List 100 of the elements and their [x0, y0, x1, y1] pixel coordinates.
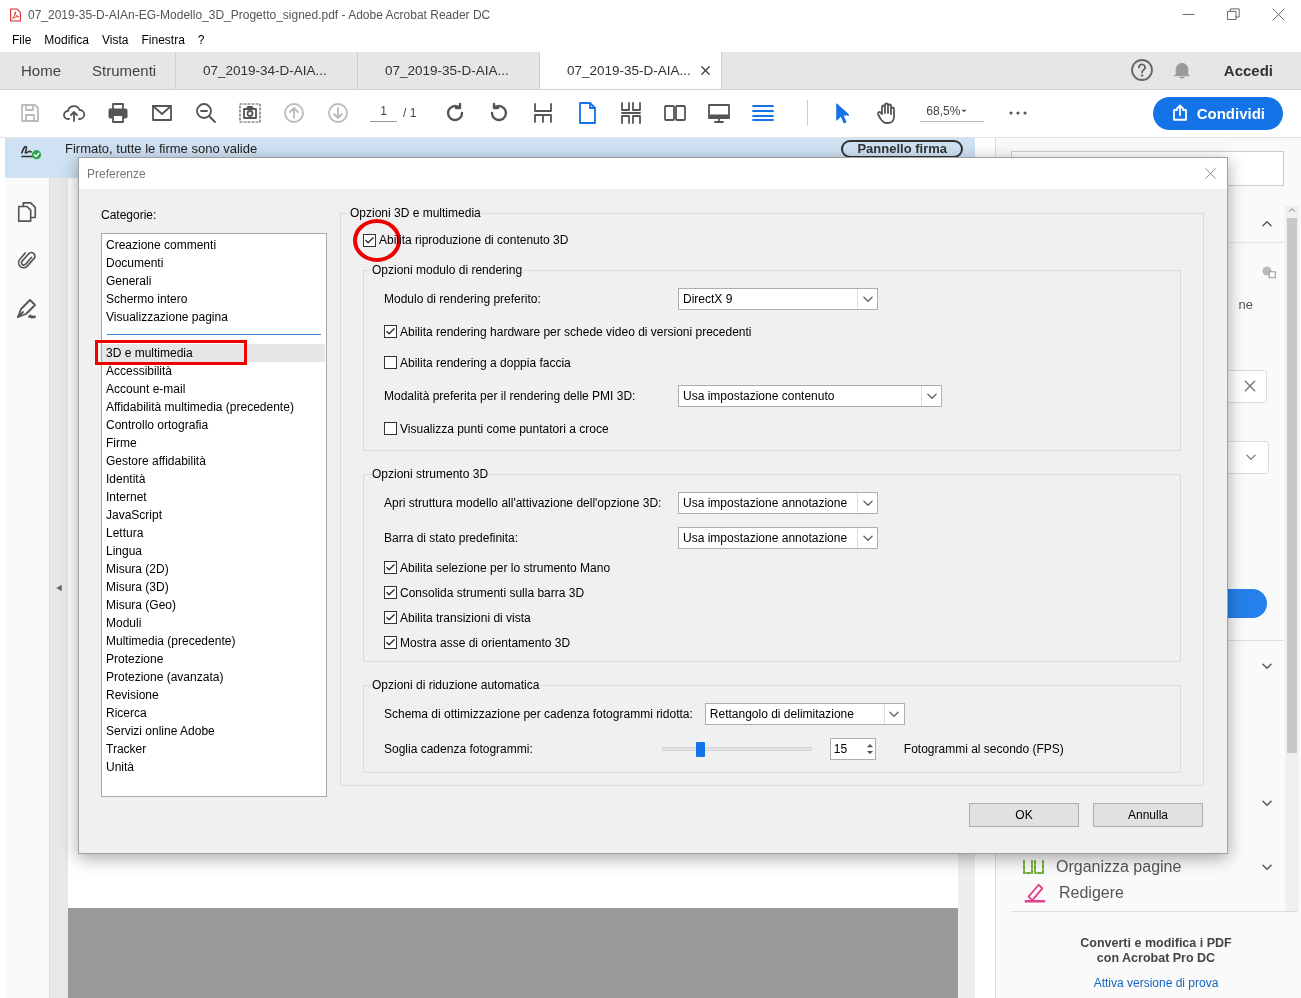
dropdown[interactable]: DirectX 9: [678, 287, 878, 310]
category-item[interactable]: Gestore affidabilità: [102, 452, 325, 470]
checkbox[interactable]: [384, 325, 397, 338]
category-item[interactable]: Protezione (avanzata): [102, 668, 325, 686]
field-label: Modalità preferita per il rendering delle PMI 3D:: [384, 387, 637, 405]
menu-item[interactable]: ?: [197, 32, 205, 47]
category-item[interactable]: Account e-mail: [102, 380, 325, 398]
checkbox[interactable]: [384, 356, 397, 369]
field-label: Schema di ottimizzazione per cadenza fotogrammi ridotta:: [384, 705, 693, 723]
dialog-button[interactable]: Annulla: [1093, 803, 1203, 827]
document-tab[interactable]: 07_2019-35-D-AIA...: [539, 51, 721, 89]
help-icon[interactable]: [1129, 58, 1154, 83]
checkbox-label: Abilita transizioni di vista: [400, 610, 531, 625]
close-icon[interactable]: [700, 64, 711, 76]
checkbox-label: Visualizza punti come puntatori a croce: [400, 421, 609, 436]
window-title: 07_2019-35-D-AIAn-EG-Modello_3D_Progetto_signed.pdf - Adobe Acrobat Reader DC: [28, 7, 492, 22]
monitor-icon[interactable]: [707, 101, 732, 126]
trial-link[interactable]: Attiva versione di prova: [1011, 975, 1301, 990]
category-item[interactable]: Tracker: [102, 740, 325, 758]
pages-icon[interactable]: [16, 199, 38, 224]
organize-pages-icon: [1023, 859, 1044, 874]
checkbox[interactable]: [384, 422, 397, 435]
share-button[interactable]: Condividi: [1152, 96, 1283, 130]
panel-text: ne: [1238, 296, 1253, 312]
unit-label: Fotogrammi al secondo (FPS): [903, 741, 1064, 756]
sign-in-link[interactable]: Accedi: [1223, 61, 1273, 79]
restore-icon[interactable]: [1226, 7, 1241, 23]
page-count: / 1: [403, 106, 417, 121]
category-item[interactable]: Moduli: [102, 614, 325, 632]
category-item[interactable]: Servizi online Adobe: [102, 722, 325, 740]
nav-link[interactable]: Strumenti: [76, 51, 175, 89]
check-icon: [364, 234, 375, 246]
checkbox[interactable]: [384, 611, 397, 624]
group-title: Opzioni modulo di rendering: [371, 263, 524, 277]
dropdown[interactable]: Usa impostazione contenuto: [678, 384, 942, 407]
menu-item[interactable]: Modifica: [44, 32, 90, 47]
menu-item[interactable]: Finestra: [141, 32, 185, 47]
category-item[interactable]: Controllo ortografia: [102, 416, 325, 434]
menu-item[interactable]: File: [12, 32, 32, 47]
category-item[interactable]: Multimedia (precedente): [102, 632, 325, 650]
category-item[interactable]: Identità: [102, 470, 325, 488]
dropdown[interactable]: Rettangolo di delimitazione: [704, 702, 905, 725]
dropdown[interactable]: Usa impostazione annotazione: [678, 491, 878, 514]
category-item[interactable]: Revisione: [102, 686, 325, 704]
category-item[interactable]: Lingua: [102, 542, 325, 560]
category-item[interactable]: JavaScript: [102, 506, 325, 524]
category-item[interactable]: Generali: [102, 272, 325, 290]
pdf-file-icon: [9, 6, 22, 23]
checkbox[interactable]: [384, 586, 397, 599]
checkbox-label: Abilita selezione per lo strumento Mano: [400, 560, 611, 575]
check-icon: [385, 587, 396, 598]
nav-link[interactable]: Home: [0, 51, 76, 89]
snapshot-icon[interactable]: [238, 101, 262, 126]
checkbox-label: Consolida strumenti sulla barra 3D: [400, 585, 585, 600]
check-icon: [385, 637, 396, 648]
print-icon[interactable]: [106, 101, 130, 126]
category-item[interactable]: Ricerca: [102, 704, 325, 722]
checkbox-label: Mostra asse di orientamento 3D: [400, 635, 571, 650]
category-item[interactable]: Creazione commenti: [102, 236, 325, 254]
category-item[interactable]: Protezione: [102, 650, 325, 668]
scrollbar-thumb[interactable]: [1287, 217, 1297, 753]
redact-pen-icon: [1023, 881, 1047, 904]
tool-label[interactable]: Organizza pagine: [1056, 857, 1182, 876]
close-icon[interactable]: [1271, 7, 1286, 23]
category-item[interactable]: Internet: [102, 488, 325, 506]
category-item[interactable]: Schermo intero: [102, 290, 325, 308]
check-icon: [385, 612, 396, 623]
number-field[interactable]: 15: [829, 737, 876, 760]
document-tab[interactable]: 07_2019-34-D-AIA...: [175, 51, 357, 89]
categories-label: Categorie:: [101, 208, 158, 224]
dialog-button[interactable]: OK: [969, 803, 1079, 827]
category-item[interactable]: Lettura: [102, 524, 325, 542]
category-item[interactable]: Unità: [102, 758, 325, 776]
category-item[interactable]: Misura (3D): [102, 578, 325, 596]
category-item[interactable]: Misura (2D): [102, 560, 325, 578]
field-label: Soglia cadenza fotogrammi:: [384, 740, 534, 758]
category-item[interactable]: Visualizzazione pagina: [102, 308, 325, 326]
category-item[interactable]: Affidabilità multimedia (precedente): [102, 398, 325, 416]
dropdown[interactable]: Usa impostazione annotazione: [678, 526, 878, 549]
promo-text: Converti e modifica i PDF con Acrobat Pro DC: [1079, 935, 1233, 966]
checkbox[interactable]: [384, 561, 397, 574]
slider-thumb[interactable]: [695, 741, 705, 757]
field-label: Barra di stato predefinita:: [384, 529, 520, 547]
menu-item[interactable]: Vista: [102, 32, 129, 47]
group-title: Opzioni 3D e multimedia: [349, 206, 482, 220]
category-item[interactable]: Documenti: [102, 254, 325, 272]
signature-status: Firmato, tutte le firme sono valide: [65, 139, 259, 156]
category-item[interactable]: Misura (Geo): [102, 596, 325, 614]
clear-icon[interactable]: [1243, 379, 1257, 394]
category-item[interactable]: Firme: [102, 434, 325, 452]
tool-label[interactable]: Redigere: [1059, 883, 1124, 902]
page-number-field[interactable]: 1: [370, 104, 397, 123]
checkbox[interactable]: [384, 636, 397, 649]
page-grid-icon[interactable]: [619, 101, 644, 126]
checkbox[interactable]: [363, 233, 376, 247]
zoom-out-icon[interactable]: [194, 101, 218, 126]
group-title: Opzioni di riduzione automatica: [371, 678, 541, 692]
zoom-dropdown[interactable]: 68,5%: [920, 104, 985, 123]
check-icon: [385, 562, 396, 573]
category-item[interactable]: Accessibilità: [102, 362, 325, 380]
